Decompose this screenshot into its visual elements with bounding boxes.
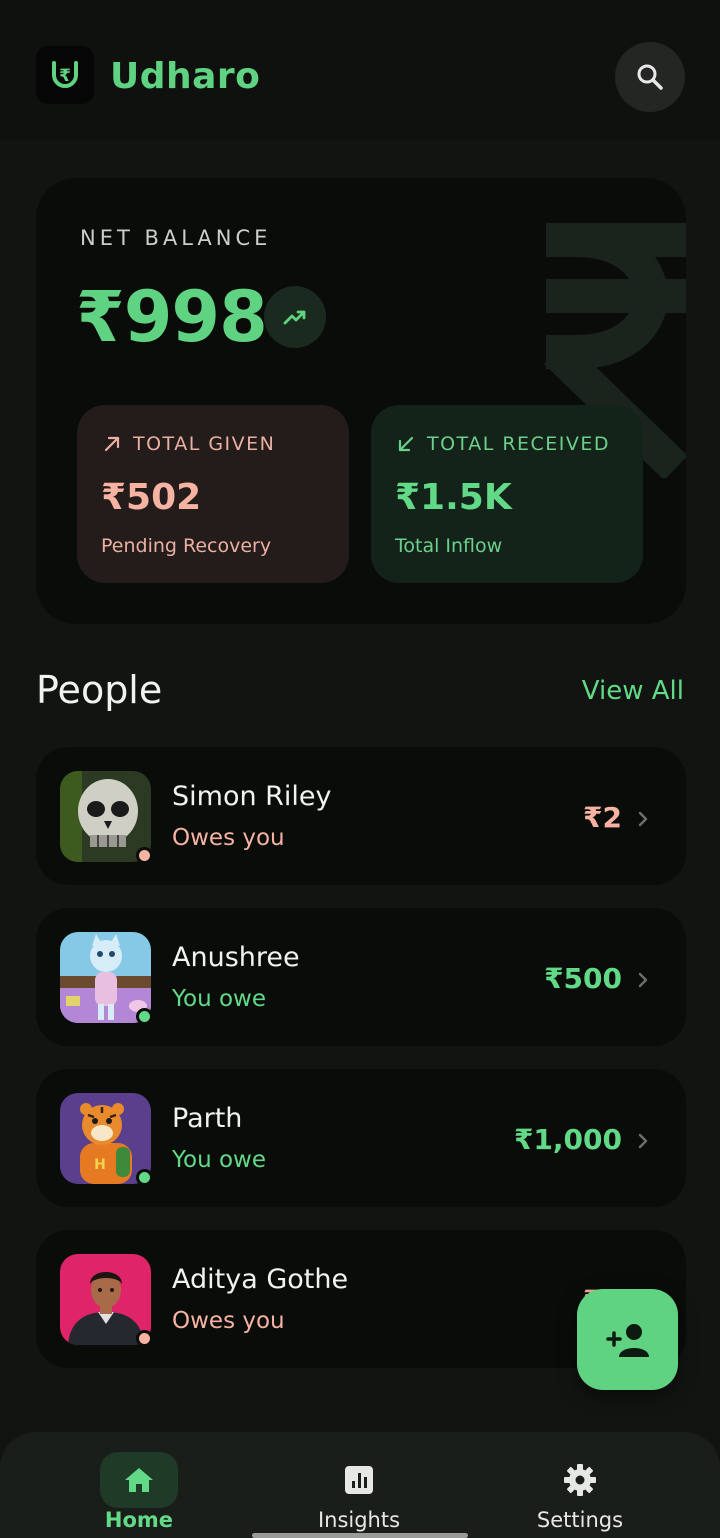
- chevron-right-icon: [638, 1133, 648, 1149]
- people-section-title: People: [36, 668, 163, 712]
- search-icon: [637, 64, 663, 90]
- net-balance-card: NET BALANCE ₹998 TOTAL GIVEN ₹502 Pendin…: [36, 178, 686, 624]
- status-dot: [136, 1169, 153, 1186]
- cartoon-cat-avatar-icon: [60, 932, 151, 1023]
- arrow-up-right-icon: [104, 436, 120, 452]
- app-logo: ₹: [36, 46, 94, 104]
- person-status: You owe: [172, 1147, 266, 1173]
- person-amount: ₹1,000: [513, 1123, 622, 1156]
- bottom-navigation: Home Insights Settings: [0, 1432, 720, 1538]
- svg-text:H: H: [94, 1157, 106, 1173]
- nav-insights[interactable]: Insights: [279, 1452, 439, 1532]
- total-given-label: TOTAL GIVEN: [133, 433, 276, 455]
- trending-up-icon: [283, 310, 306, 325]
- rupee-logo-icon: ₹: [52, 61, 78, 88]
- status-dot: [136, 1008, 153, 1025]
- search-button[interactable]: [615, 42, 685, 112]
- nav-home-label: Home: [104, 1508, 174, 1532]
- nav-settings-icon-wrap: [541, 1452, 619, 1508]
- status-dot: [136, 847, 153, 864]
- nav-settings-label: Settings: [536, 1508, 624, 1532]
- add-person-icon: [605, 1323, 649, 1357]
- view-all-link[interactable]: View All: [582, 676, 684, 706]
- home-icon: [125, 1468, 153, 1492]
- total-received-value: ₹1.5K: [395, 477, 512, 518]
- avatar: [60, 771, 151, 862]
- total-given-value: ₹502: [101, 477, 202, 518]
- person-card[interactable]: Anushree You owe ₹500: [36, 908, 686, 1046]
- total-received-label: TOTAL RECEIVED: [427, 433, 611, 455]
- home-indicator: [252, 1533, 468, 1538]
- app-title: Udharo: [110, 56, 261, 97]
- total-received-card[interactable]: TOTAL RECEIVED ₹1.5K Total Inflow: [371, 405, 643, 583]
- bar-chart-icon: [345, 1466, 373, 1494]
- trend-badge: [264, 286, 326, 348]
- person-photo-avatar-icon: [60, 1254, 151, 1345]
- status-dot: [136, 1330, 153, 1347]
- person-name: Anushree: [172, 942, 300, 973]
- arrow-down-left-icon: [398, 436, 414, 452]
- total-given-subtitle: Pending Recovery: [101, 535, 272, 557]
- tiger-avatar-icon: H: [60, 1093, 151, 1184]
- avatar: [60, 1254, 151, 1345]
- person-status: Owes you: [172, 1308, 285, 1334]
- person-card[interactable]: Simon Riley Owes you ₹2: [36, 747, 686, 885]
- chevron-right-icon: [638, 972, 648, 988]
- nav-settings[interactable]: Settings: [500, 1452, 660, 1532]
- person-name: Aditya Gothe: [172, 1264, 349, 1295]
- avatar: [60, 932, 151, 1023]
- net-balance-label: NET BALANCE: [80, 226, 272, 250]
- svg-text:₹: ₹: [59, 66, 71, 86]
- person-card[interactable]: H Parth You owe ₹1,000: [36, 1069, 686, 1207]
- chevron-right-icon: [638, 811, 648, 827]
- skull-avatar-icon: [60, 771, 151, 862]
- net-balance-amount: ₹998: [76, 276, 268, 358]
- person-status: Owes you: [172, 825, 285, 851]
- person-name: Simon Riley: [172, 781, 332, 812]
- gear-icon: [564, 1464, 596, 1496]
- total-given-card[interactable]: TOTAL GIVEN ₹502 Pending Recovery: [77, 405, 349, 583]
- nav-insights-icon-wrap: [320, 1452, 398, 1508]
- person-status: You owe: [172, 986, 266, 1012]
- person-amount: ₹2: [583, 801, 622, 834]
- nav-home[interactable]: Home: [59, 1452, 219, 1532]
- nav-home-icon-wrap: [100, 1452, 178, 1508]
- add-person-button[interactable]: [577, 1289, 678, 1390]
- nav-insights-label: Insights: [317, 1508, 401, 1532]
- total-received-subtitle: Total Inflow: [395, 535, 503, 557]
- person-amount: ₹500: [544, 962, 622, 995]
- person-name: Parth: [172, 1103, 243, 1134]
- app-header: ₹ Udharo: [0, 0, 720, 140]
- avatar: H: [60, 1093, 151, 1184]
